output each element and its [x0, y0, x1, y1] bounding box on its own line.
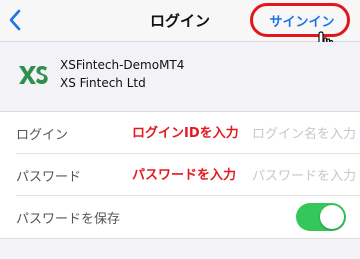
login-form: ログイン ログインIDを入力 パスワード パスワードを入力 パスワードを保存 [0, 111, 360, 239]
login-row: ログイン ログインIDを入力 [0, 112, 360, 154]
save-password-row: パスワードを保存 [0, 196, 360, 238]
save-password-toggle[interactable] [296, 203, 346, 231]
save-password-label: パスワードを保存 [16, 212, 121, 227]
xs-logo-icon [19, 66, 48, 84]
toggle-knob[interactable] [320, 205, 344, 229]
password-row: パスワード パスワードを入力 [0, 154, 360, 196]
password-annotation: パスワードを入力 [132, 168, 237, 183]
account-info: XSFintech-DemoMT4 XS Fintech Ltd [0, 42, 360, 110]
login-label: ログイン [16, 128, 69, 143]
company-name: XS Fintech Ltd [60, 76, 146, 90]
login-annotation: ログインIDを入力 [132, 126, 239, 141]
navigation-bar: ログイン サインイン [0, 0, 360, 57]
password-label: パスワード [16, 170, 82, 185]
server-name: XSFintech-DemoMT4 [60, 58, 185, 72]
